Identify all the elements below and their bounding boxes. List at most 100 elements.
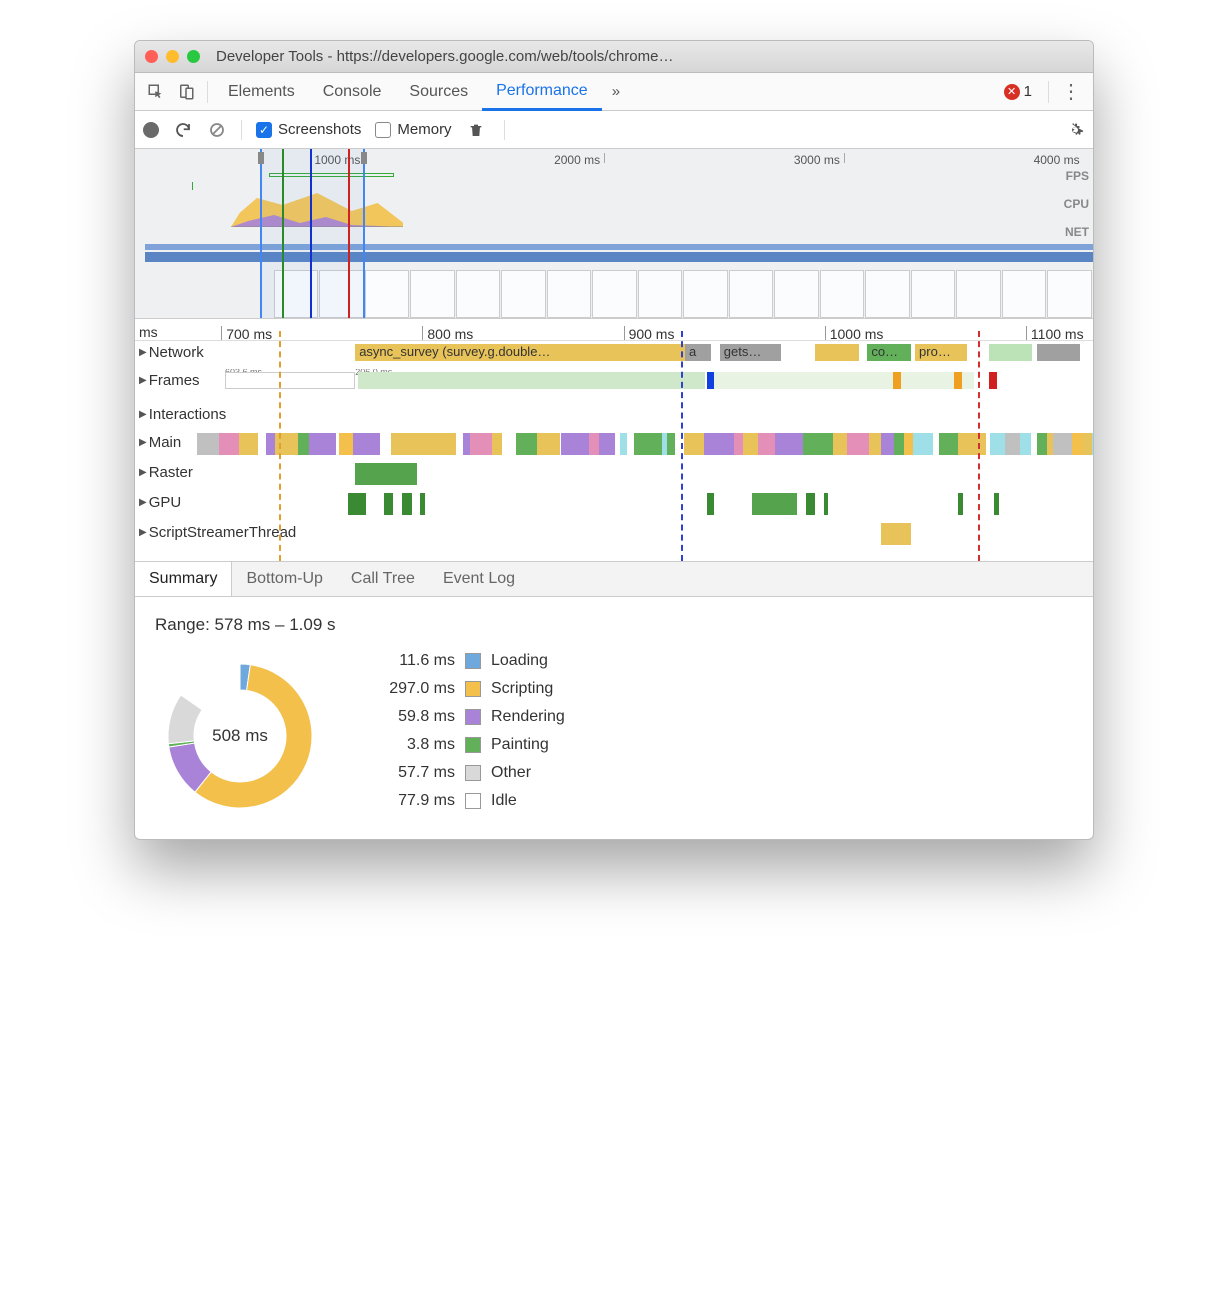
more-tabs-button[interactable]: »	[602, 83, 630, 100]
device-toggle-icon[interactable]	[173, 79, 199, 105]
flame-bar	[707, 493, 714, 515]
window-close-button[interactable]	[145, 50, 158, 63]
flame-bar	[803, 433, 833, 455]
flame-bar	[463, 433, 470, 455]
network-bar[interactable]: gets…	[720, 344, 781, 361]
screenshots-checkbox[interactable]: ✓ Screenshots	[256, 121, 361, 138]
window-minimize-button[interactable]	[166, 50, 179, 63]
network-bar[interactable]: co…	[867, 344, 910, 361]
legend-label: Idle	[491, 792, 517, 810]
flame-bar	[824, 493, 828, 515]
inspect-icon[interactable]	[143, 79, 169, 105]
network-bar[interactable]: async_survey (survey.g.double…	[355, 344, 685, 361]
flame-bar	[743, 433, 758, 455]
flamechart-pane[interactable]: ms 700 ms 800 ms 900 ms 1000 ms 1100 ms …	[135, 319, 1093, 561]
tab-call-tree[interactable]: Call Tree	[337, 562, 429, 596]
devtools-window: Developer Tools - https://developers.goo…	[134, 40, 1094, 840]
marker-line	[282, 149, 284, 318]
flame-bar	[402, 493, 413, 515]
overview-pane[interactable]: 1000 ms 2000 ms 3000 ms 4000 ms FPS CPU …	[135, 149, 1093, 319]
delete-button[interactable]	[466, 120, 486, 140]
legend-label: Loading	[491, 652, 548, 670]
track-label: Main	[149, 434, 182, 451]
network-bar[interactable]	[989, 344, 1032, 361]
range-label: Range: 578 ms – 1.09 s	[155, 615, 1073, 635]
track-label: ScriptStreamerThread	[149, 524, 297, 541]
legend-ms: 11.6 ms	[365, 652, 455, 670]
marker-dashed	[681, 331, 683, 561]
legend-row: 11.6 ms Loading	[365, 652, 565, 670]
legend-ms: 3.8 ms	[365, 736, 455, 754]
window-maximize-button[interactable]	[187, 50, 200, 63]
frame-bar	[225, 372, 355, 389]
network-bar[interactable]	[1037, 344, 1080, 361]
flame-bar	[894, 433, 904, 455]
disclosure-icon: ▶	[139, 527, 147, 538]
network-bar[interactable]: pro…	[915, 344, 967, 361]
overview-selection[interactable]	[260, 149, 365, 318]
flame-bar	[1072, 433, 1082, 455]
flame-bar	[285, 433, 297, 455]
tab-bottom-up[interactable]: Bottom-Up	[232, 562, 336, 596]
selection-handle-right[interactable]	[361, 152, 367, 164]
settings-menu-button[interactable]: ⋮	[1055, 79, 1087, 104]
divider	[1048, 81, 1049, 103]
tab-sources[interactable]: Sources	[395, 73, 482, 110]
tab-summary[interactable]: Summary	[135, 562, 232, 596]
error-count-value: 1	[1024, 83, 1032, 100]
donut-total: 508 ms	[155, 651, 325, 821]
summary-donut: 508 ms	[155, 651, 325, 821]
legend-swatch	[465, 681, 481, 697]
devtools-tabbar: Elements Console Sources Performance » ✕…	[135, 73, 1093, 111]
capture-settings-button[interactable]	[1065, 120, 1085, 140]
track-label: Network	[149, 344, 204, 361]
flame-bar	[684, 433, 704, 455]
selection-handle-left[interactable]	[258, 152, 264, 164]
error-count[interactable]: ✕ 1	[1004, 83, 1032, 100]
flame-bar	[339, 433, 353, 455]
flame-bar	[589, 433, 599, 455]
screenshots-label: Screenshots	[278, 121, 361, 138]
tab-performance[interactable]: Performance	[482, 74, 602, 111]
tab-elements[interactable]: Elements	[214, 73, 309, 110]
flame-bar	[881, 523, 911, 545]
filmstrip	[274, 270, 1093, 318]
tab-console[interactable]: Console	[309, 73, 396, 110]
performance-toolbar: ✓ Screenshots Memory	[135, 111, 1093, 149]
overview-lane-labels: FPS CPU NET	[1064, 169, 1089, 253]
memory-checkbox[interactable]: Memory	[375, 121, 451, 138]
network-bar[interactable]	[815, 344, 858, 361]
checkbox-icon: ✓	[256, 122, 272, 138]
flame-bar	[634, 433, 662, 455]
tab-event-log[interactable]: Event Log	[429, 562, 529, 596]
summary-body: Range: 578 ms – 1.09 s 508 ms 11.6 ms Lo…	[135, 597, 1093, 839]
ruler-tick: ms	[135, 324, 221, 340]
clear-button[interactable]	[207, 120, 227, 140]
flame-bar	[667, 433, 676, 455]
frame-bar	[954, 372, 962, 389]
flame-bar	[1020, 433, 1030, 455]
legend-label: Rendering	[491, 708, 565, 726]
flame-bar	[470, 433, 493, 455]
track-label: Frames	[149, 372, 200, 389]
disclosure-icon: ▶	[139, 467, 147, 478]
ruler-tick: 2000 ms	[365, 153, 605, 163]
flame-bar	[537, 433, 560, 455]
lane-label: NET	[1064, 225, 1089, 239]
flame-bar	[913, 433, 933, 455]
window-title: Developer Tools - https://developers.goo…	[216, 48, 673, 65]
reload-button[interactable]	[173, 120, 193, 140]
main-track-body	[197, 431, 1093, 457]
record-button[interactable]	[143, 122, 159, 138]
error-icon: ✕	[1004, 84, 1020, 100]
flame-bar	[752, 493, 797, 515]
divider	[504, 120, 505, 140]
network-bar[interactable]: a	[685, 344, 711, 361]
legend-swatch	[465, 737, 481, 753]
disclosure-icon: ▶	[139, 375, 147, 386]
raster-track-body	[215, 461, 1093, 487]
flame-bar	[516, 433, 538, 455]
track-label: GPU	[149, 494, 182, 511]
legend-ms: 59.8 ms	[365, 708, 455, 726]
flame-bar	[950, 433, 958, 455]
